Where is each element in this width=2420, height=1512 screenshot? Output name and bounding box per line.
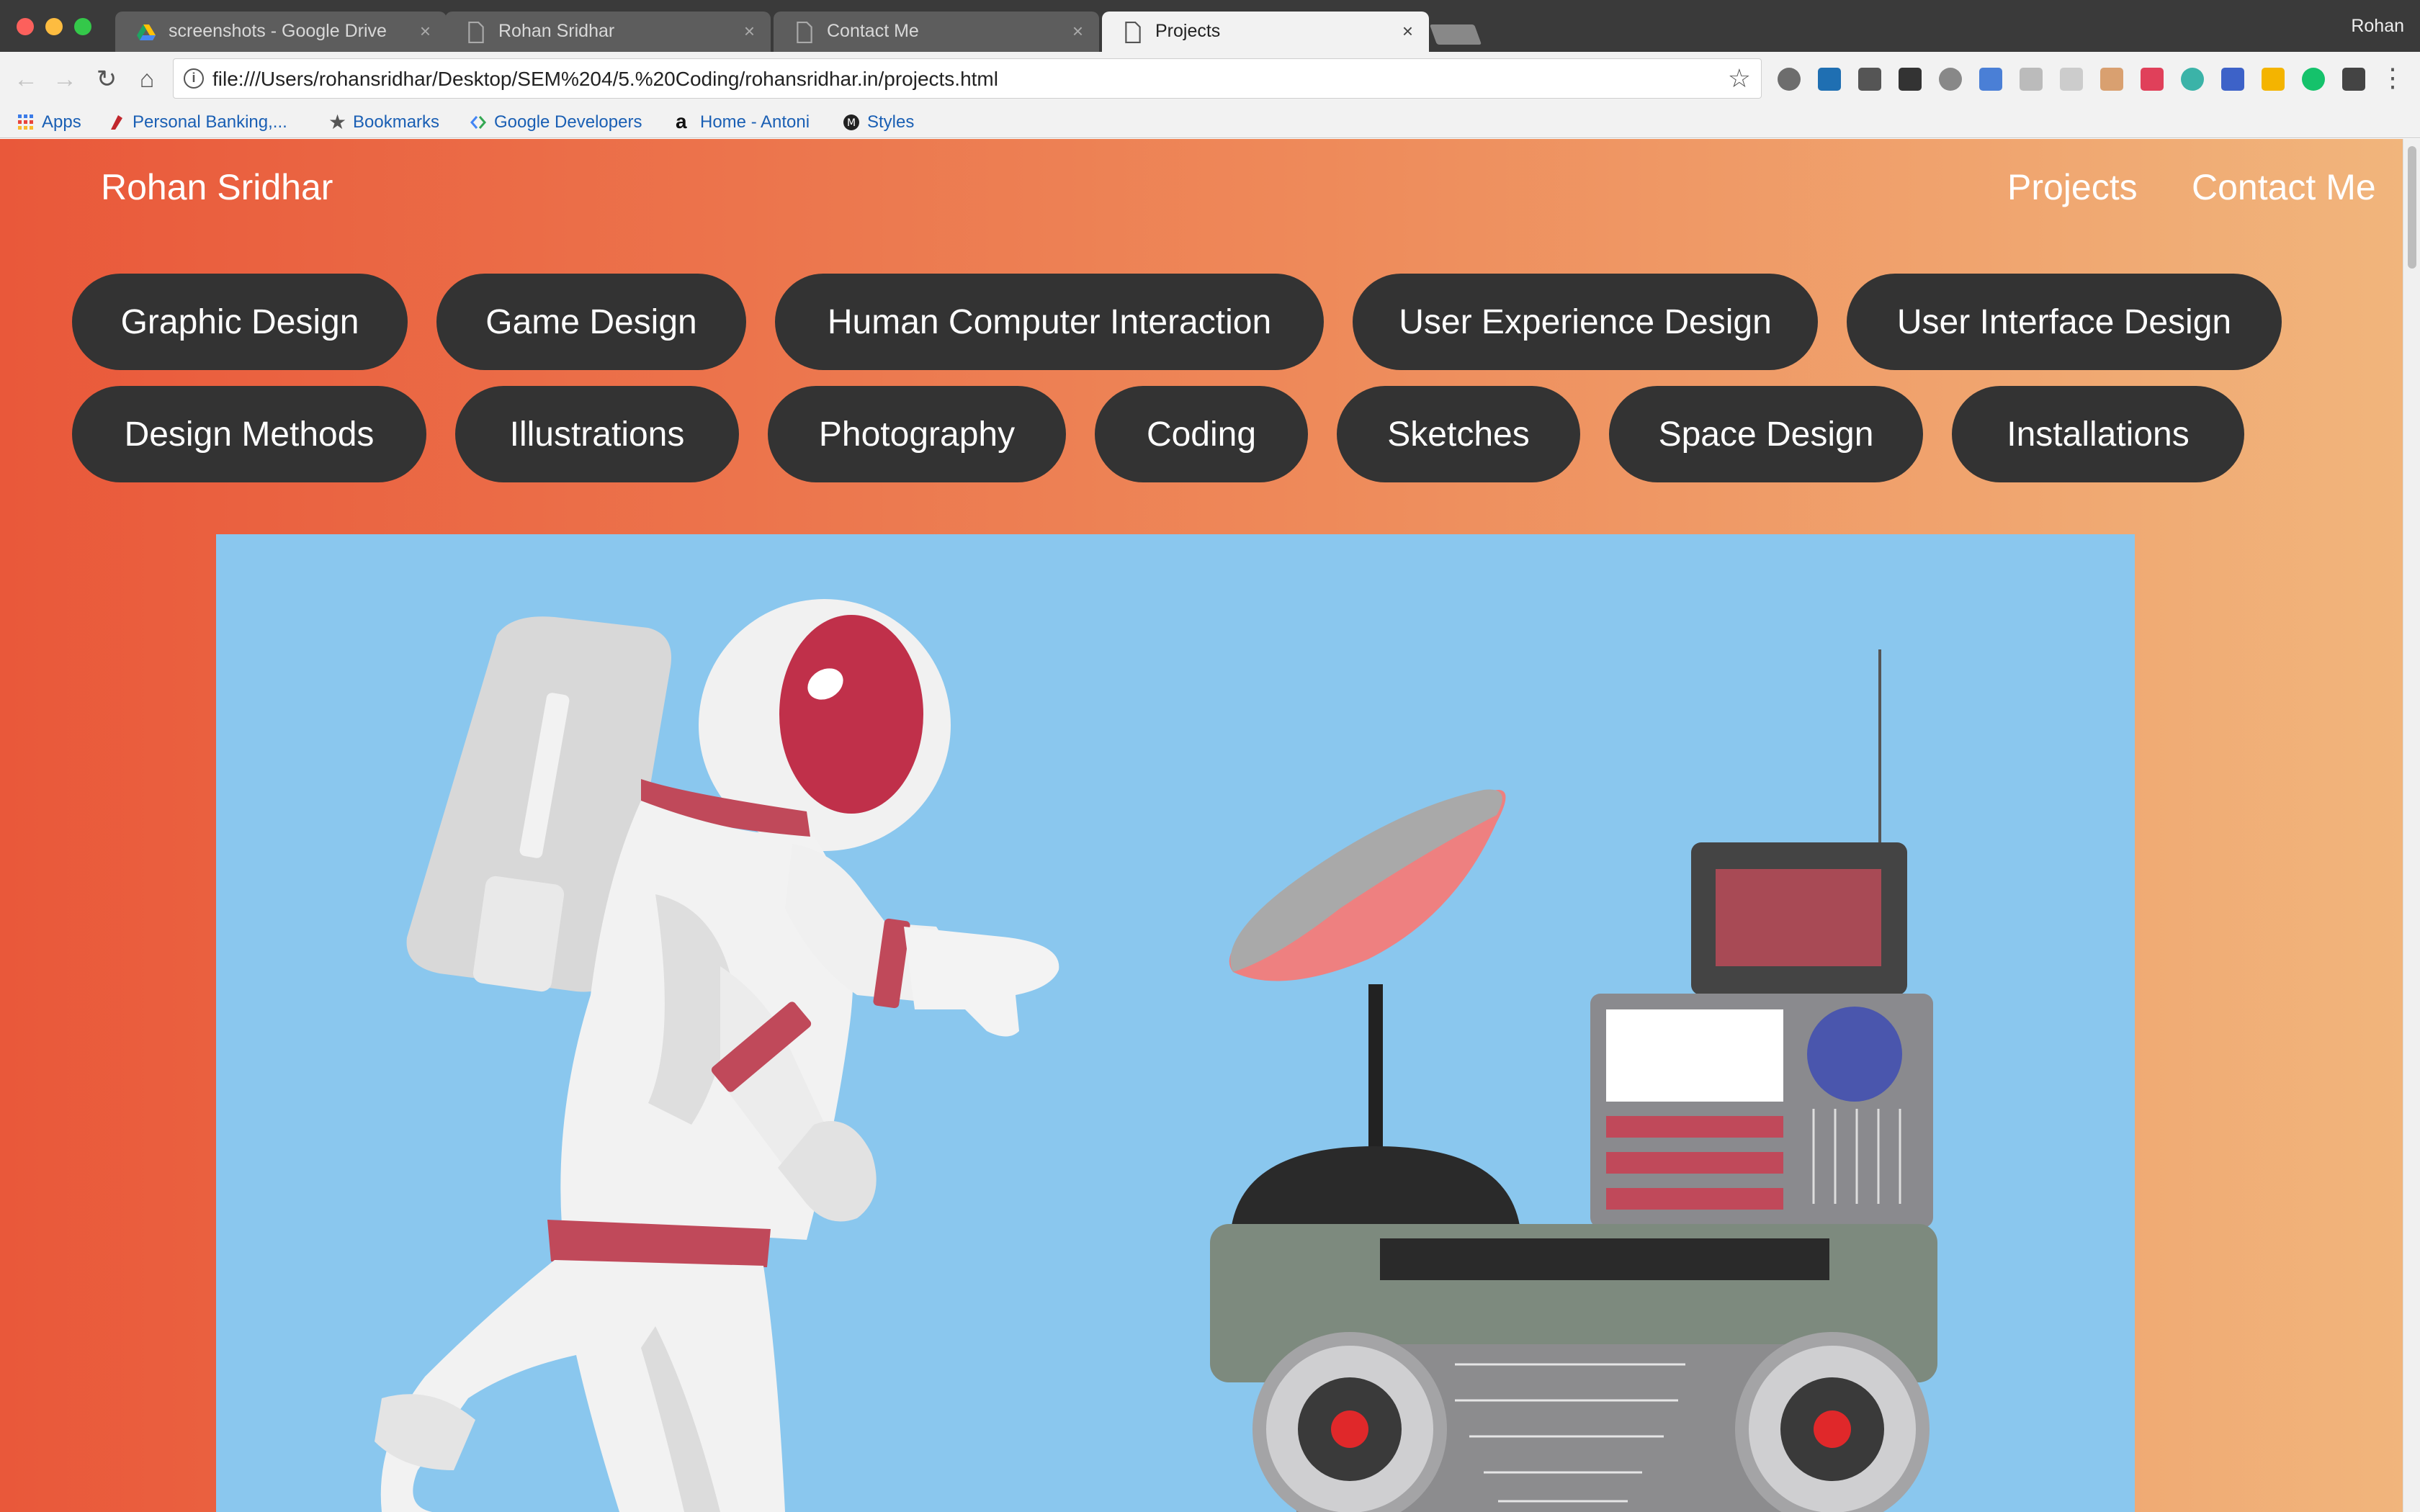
google-developers-icon bbox=[470, 116, 486, 129]
filter-user-interface-design[interactable]: User Interface Design bbox=[1847, 274, 2282, 370]
bookmarks-bar: Apps Personal Banking,... ★ Bookmarks Go… bbox=[0, 107, 2420, 138]
tab-title: Rohan Sridhar bbox=[498, 21, 615, 41]
maximize-window-button[interactable] bbox=[74, 18, 91, 35]
font-extension-icon[interactable] bbox=[2342, 68, 2365, 91]
browser-toolbar: ← → ↻ ⌂ i file:///Users/rohansridhar/Des… bbox=[0, 52, 2420, 107]
filter-photography[interactable]: Photography bbox=[768, 386, 1066, 482]
bookmark-label: Bookmarks bbox=[353, 112, 440, 132]
nav-contact-me-link[interactable]: Contact Me bbox=[2192, 166, 2376, 208]
bookmark-star-icon[interactable]: ☆ bbox=[1728, 63, 1751, 94]
tab-title: Projects bbox=[1155, 21, 1221, 41]
bookmark-label: Personal Banking,... bbox=[133, 112, 287, 132]
close-window-button[interactable] bbox=[17, 18, 34, 35]
rover-figure bbox=[1210, 649, 1937, 1512]
close-tab-icon[interactable]: × bbox=[1072, 20, 1083, 42]
filter-user-experience-design[interactable]: User Experience Design bbox=[1353, 274, 1818, 370]
bookmark-styles[interactable]: M Styles bbox=[843, 111, 914, 134]
site-brand-link[interactable]: Rohan Sridhar bbox=[101, 166, 333, 208]
dropper-extension-icon[interactable] bbox=[2100, 68, 2123, 91]
keep-extension-icon[interactable] bbox=[1858, 68, 1881, 91]
close-tab-icon[interactable]: × bbox=[744, 20, 755, 42]
camera-extension-icon[interactable] bbox=[2060, 68, 2083, 91]
close-tab-icon[interactable]: × bbox=[1402, 20, 1413, 42]
grey-extension-icon[interactable] bbox=[2020, 68, 2043, 91]
home-button[interactable]: ⌂ bbox=[133, 65, 161, 94]
nav-projects-link[interactable]: Projects bbox=[2007, 166, 2138, 208]
bookmark-personal-banking[interactable]: Personal Banking,... bbox=[108, 111, 287, 134]
reload-button[interactable]: ↻ bbox=[92, 65, 121, 94]
filter-design-methods[interactable]: Design Methods bbox=[72, 386, 426, 482]
tab-title: Contact Me bbox=[827, 21, 919, 41]
info-icon[interactable]: i bbox=[184, 68, 204, 89]
bookmark-apps[interactable]: Apps bbox=[17, 111, 81, 134]
counter-extension-icon[interactable] bbox=[2141, 68, 2164, 91]
scrollbar-thumb[interactable] bbox=[2408, 146, 2416, 269]
apps-grid-icon bbox=[18, 114, 33, 130]
google-drive-icon bbox=[137, 24, 156, 40]
browser-menu-icon[interactable]: ⋮ bbox=[2380, 63, 2406, 92]
page-scrollbar[interactable] bbox=[2403, 139, 2420, 1512]
drive-extension-icon[interactable] bbox=[2262, 68, 2285, 91]
tab-contact-me[interactable]: Contact Me × bbox=[774, 12, 1099, 52]
filter-illustrations[interactable]: Illustrations bbox=[455, 386, 739, 482]
page-icon bbox=[468, 22, 484, 43]
filter-installations[interactable]: Installations bbox=[1952, 386, 2244, 482]
url-text[interactable]: file:///Users/rohansridhar/Desktop/SEM%2… bbox=[212, 68, 998, 91]
filter-game-design[interactable]: Game Design bbox=[436, 274, 746, 370]
tab-projects[interactable]: Projects × bbox=[1102, 12, 1429, 52]
lightbulb-extension-icon[interactable] bbox=[1778, 68, 1801, 91]
film-extension-icon[interactable] bbox=[1899, 68, 1922, 91]
calendar-extension-icon[interactable] bbox=[2221, 68, 2244, 91]
filter-space-design[interactable]: Space Design bbox=[1609, 386, 1923, 482]
minimize-window-button[interactable] bbox=[45, 18, 63, 35]
astronaut-rover-illustration bbox=[375, 599, 1937, 1512]
bookmark-home-antoni[interactable]: a Home - Antoni bbox=[676, 111, 810, 134]
amazon-icon: a bbox=[676, 110, 687, 132]
linkedin-extension-icon[interactable] bbox=[1818, 68, 1841, 91]
profile-name[interactable]: Rohan bbox=[2351, 16, 2404, 37]
bookmark-label: Apps bbox=[42, 112, 81, 132]
tab-google-drive[interactable]: screenshots - Google Drive × bbox=[115, 12, 447, 52]
new-tab-button[interactable] bbox=[1429, 24, 1482, 45]
filter-sketches[interactable]: Sketches bbox=[1337, 386, 1580, 482]
filter-human-computer-interaction[interactable]: Human Computer Interaction bbox=[775, 274, 1324, 370]
back-button[interactable]: ← bbox=[12, 65, 40, 94]
filter-graphic-design[interactable]: Graphic Design bbox=[72, 274, 408, 370]
bookmark-google-developers[interactable]: Google Developers bbox=[470, 111, 642, 134]
address-bar[interactable]: i file:///Users/rohansridhar/Desktop/SEM… bbox=[173, 58, 1762, 99]
tab-rohan-sridhar[interactable]: Rohan Sridhar × bbox=[445, 12, 771, 52]
bookmark-label: Google Developers bbox=[494, 112, 642, 132]
tab-title: screenshots - Google Drive bbox=[169, 21, 387, 41]
translate-extension-icon[interactable] bbox=[1979, 68, 2002, 91]
page-icon bbox=[1125, 22, 1141, 43]
teal-extension-icon[interactable] bbox=[2181, 68, 2204, 91]
tab-strip: screenshots - Google Drive × Rohan Sridh… bbox=[0, 0, 2420, 52]
chat-extension-icon[interactable] bbox=[1939, 68, 1962, 91]
medium-icon: M bbox=[843, 114, 859, 130]
bookmark-bookmarks[interactable]: ★ Bookmarks bbox=[328, 111, 439, 134]
star-icon: ★ bbox=[328, 111, 347, 133]
svg-text:M: M bbox=[847, 117, 856, 129]
bookmark-label: Styles bbox=[867, 112, 915, 132]
grammarly-extension-icon[interactable] bbox=[2302, 68, 2325, 91]
bank-icon bbox=[111, 115, 122, 130]
page-icon bbox=[797, 22, 812, 43]
astronaut-figure bbox=[375, 599, 1059, 1512]
project-hero-image[interactable] bbox=[216, 534, 2135, 1512]
close-tab-icon[interactable]: × bbox=[420, 20, 431, 42]
bookmark-label: Home - Antoni bbox=[700, 112, 810, 132]
filter-coding[interactable]: Coding bbox=[1095, 386, 1308, 482]
projects-page: Rohan Sridhar Projects Contact Me Graphi… bbox=[0, 139, 2403, 1512]
forward-button[interactable]: → bbox=[50, 65, 79, 94]
